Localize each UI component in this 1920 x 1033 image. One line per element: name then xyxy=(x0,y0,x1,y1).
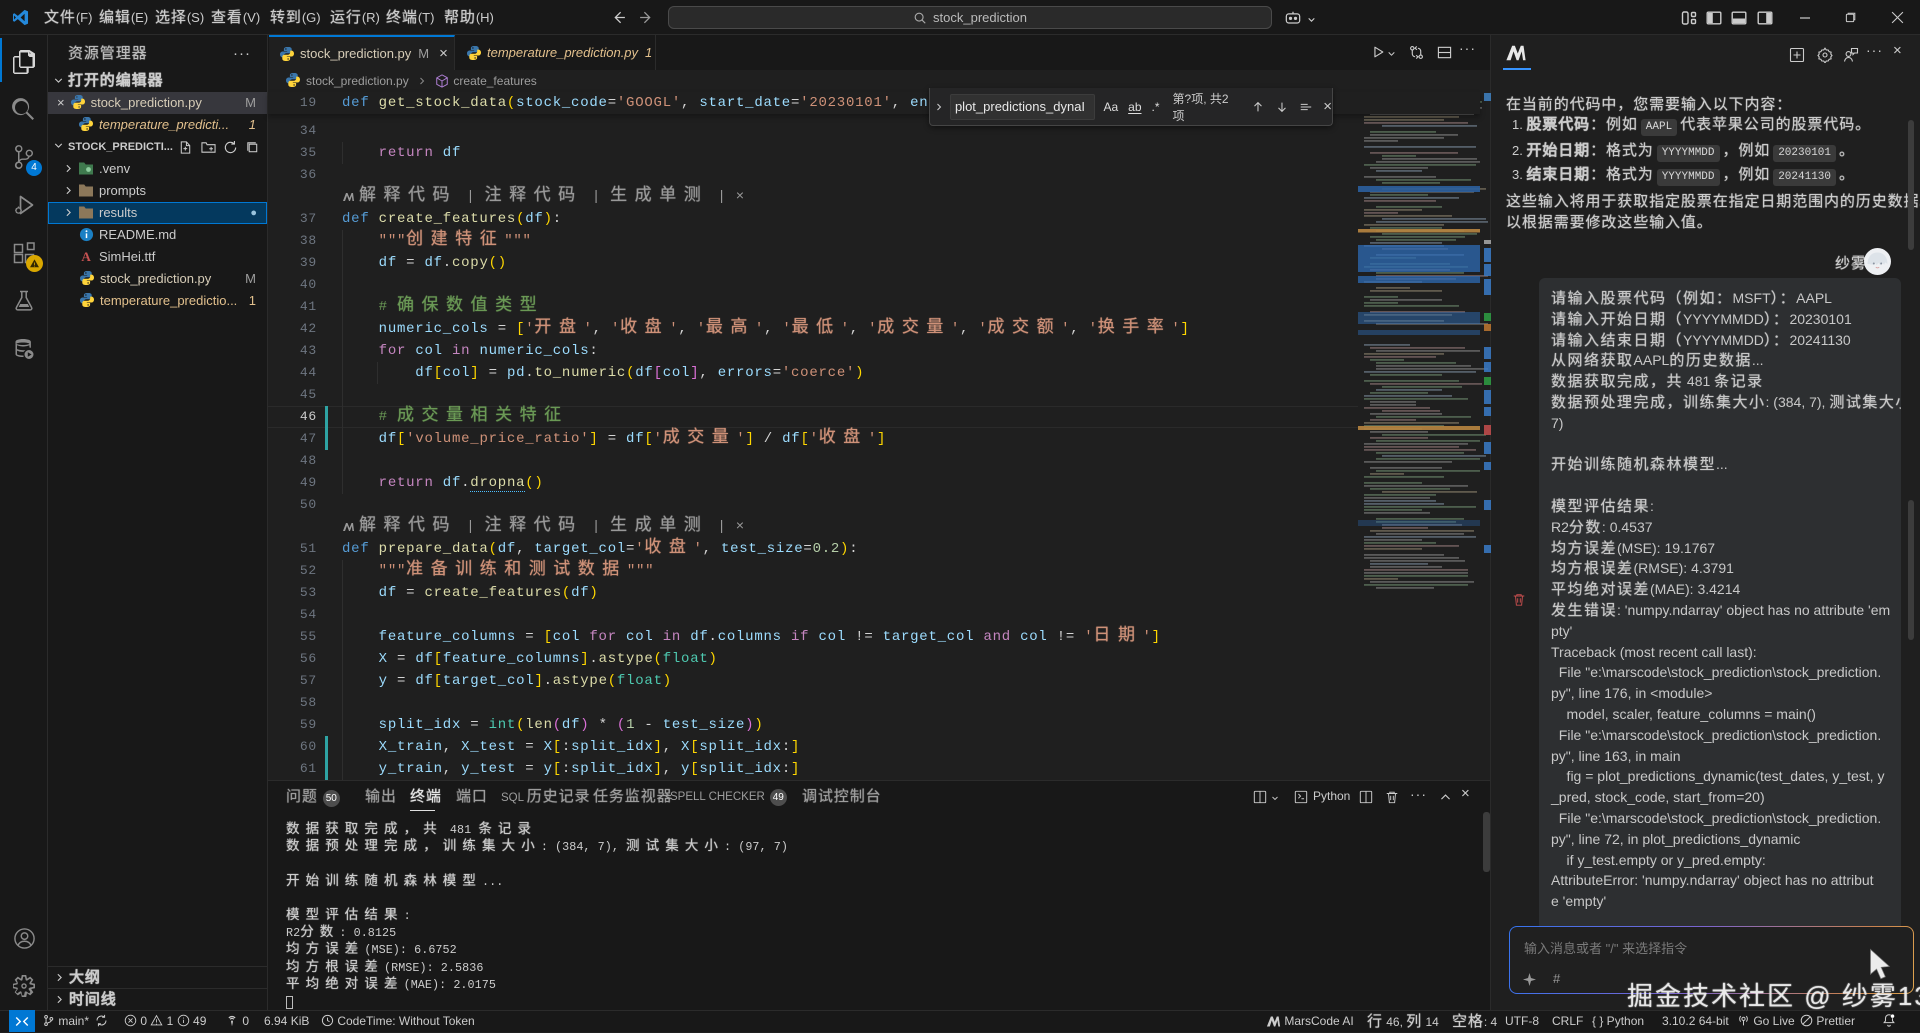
svg-text:A: A xyxy=(81,249,91,264)
